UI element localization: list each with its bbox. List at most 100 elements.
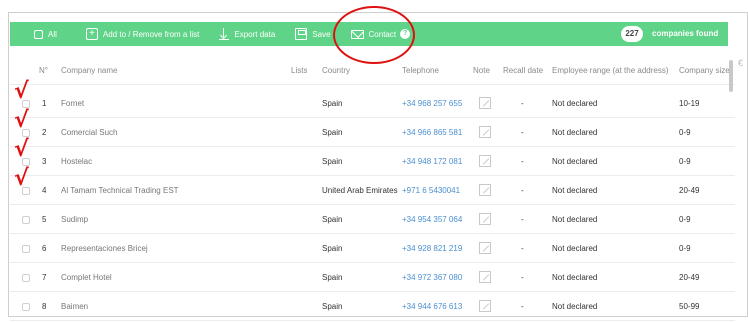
table-row[interactable]: 5 Sudimp Spain +34 954 357 064 - Not declared… bbox=[10, 205, 735, 234]
column-header-lists[interactable]: Lists bbox=[291, 56, 307, 85]
company-name-link[interactable]: Complet Hotel bbox=[61, 263, 112, 292]
employee-range-cell: Not declared bbox=[552, 99, 598, 108]
recall-date-cell: - bbox=[521, 99, 524, 108]
country-cell: Spain bbox=[322, 215, 343, 224]
column-header-note[interactable]: Note bbox=[473, 56, 490, 85]
country-cell: Spain bbox=[322, 244, 343, 253]
checkbox-icon bbox=[34, 29, 43, 39]
row-number: 3 bbox=[42, 157, 47, 166]
telephone-link[interactable]: +34 954 357 064 bbox=[402, 205, 462, 234]
annotation-check-mark: √ bbox=[14, 137, 29, 162]
note-edit-icon[interactable] bbox=[479, 97, 491, 109]
row-checkbox[interactable] bbox=[22, 303, 30, 311]
table-row[interactable]: 2 Comercial Such Spain +34 966 865 581 - Not … bbox=[10, 118, 735, 147]
note-edit-icon[interactable] bbox=[479, 213, 491, 225]
row-number: 7 bbox=[42, 273, 47, 282]
export-data-label: Export data bbox=[234, 29, 276, 39]
country-cell: Spain bbox=[322, 99, 343, 108]
save-button[interactable]: Save bbox=[295, 22, 331, 46]
employee-range-cell: Not declared bbox=[552, 186, 598, 195]
country-cell: United Arab Emirates bbox=[322, 186, 398, 195]
telephone-link[interactable]: +971 6 5430041 bbox=[402, 176, 460, 205]
note-edit-icon[interactable] bbox=[479, 242, 491, 254]
column-header-employee-range[interactable]: Employee range (at the address) bbox=[552, 56, 669, 85]
company-size-cell: 50-99 bbox=[679, 302, 700, 311]
download-icon bbox=[219, 28, 230, 40]
telephone-link[interactable]: +34 948 172 081 bbox=[402, 147, 462, 176]
company-name-link[interactable]: Representaciones Bricej bbox=[61, 234, 148, 263]
export-data-button[interactable]: Export data bbox=[219, 22, 275, 46]
note-edit-icon[interactable] bbox=[479, 155, 491, 167]
results-count-badge: 227 bbox=[621, 26, 643, 42]
save-icon bbox=[295, 28, 308, 40]
table-scrollbar[interactable] bbox=[729, 60, 733, 92]
table-header-row: N° Company name Lists Country Telephone … bbox=[10, 56, 735, 85]
table-row[interactable]: 3 Hostelac Spain +34 948 172 081 - Not declar… bbox=[10, 147, 735, 176]
table-row[interactable]: 1 Fornet Spain +34 968 257 655 - Not declared… bbox=[10, 89, 735, 118]
note-edit-icon[interactable] bbox=[479, 184, 491, 196]
company-name-link[interactable]: Baimen bbox=[61, 292, 88, 321]
note-edit-icon[interactable] bbox=[479, 271, 491, 283]
row-number: 6 bbox=[42, 244, 47, 253]
country-cell: Spain bbox=[322, 157, 343, 166]
row-number: 4 bbox=[42, 186, 47, 195]
note-edit-icon[interactable] bbox=[479, 126, 491, 138]
row-number: 8 bbox=[42, 302, 47, 311]
company-size-cell: 20-49 bbox=[679, 273, 700, 282]
row-number: 5 bbox=[42, 215, 47, 224]
table-row[interactable]: 8 Baimen Spain +34 944 676 613 - Not declared… bbox=[10, 292, 735, 321]
table-row[interactable]: 7 Complet Hotel Spain +34 972 367 080 - Not d… bbox=[10, 263, 735, 292]
company-size-cell: 0-9 bbox=[679, 157, 691, 166]
telephone-link[interactable]: +34 972 367 080 bbox=[402, 263, 462, 292]
results-count-label: companies found bbox=[652, 29, 719, 38]
country-cell: Spain bbox=[322, 128, 343, 137]
annotation-check-mark: √ bbox=[14, 79, 29, 104]
company-name-link[interactable]: Comercial Such bbox=[61, 118, 117, 147]
company-name-link[interactable]: Al Tamam Technical Trading EST bbox=[61, 176, 179, 205]
recall-date-cell: - bbox=[521, 128, 524, 137]
row-number: 2 bbox=[42, 128, 47, 137]
company-name-link[interactable]: Sudimp bbox=[61, 205, 88, 234]
company-name-link[interactable]: Fornet bbox=[61, 89, 84, 118]
company-size-cell: 0-9 bbox=[679, 244, 691, 253]
table-row[interactable]: 4 Al Tamam Technical Trading EST United Ar… bbox=[10, 176, 735, 205]
telephone-link[interactable]: +34 966 865 581 bbox=[402, 118, 462, 147]
employee-range-cell: Not declared bbox=[552, 128, 598, 137]
save-label: Save bbox=[312, 29, 331, 39]
recall-date-cell: - bbox=[521, 186, 524, 195]
company-size-cell: 10-19 bbox=[679, 99, 700, 108]
telephone-link[interactable]: +34 928 821 219 bbox=[402, 234, 462, 263]
employee-range-cell: Not declared bbox=[552, 215, 598, 224]
table-row[interactable]: 6 Representaciones Bricej Spain +34 928 821… bbox=[10, 234, 735, 263]
column-header-company-size[interactable]: Company size bbox=[679, 56, 731, 85]
company-size-cell: 0-9 bbox=[679, 215, 691, 224]
add-remove-list-button[interactable]: + Add to / Remove from a list bbox=[85, 22, 200, 46]
row-checkbox[interactable] bbox=[22, 274, 30, 282]
select-all-button[interactable]: All bbox=[34, 22, 57, 46]
column-header-recall-date[interactable]: Recall date bbox=[503, 56, 543, 85]
add-remove-list-label: Add to / Remove from a list bbox=[102, 29, 200, 39]
row-checkbox[interactable] bbox=[22, 245, 30, 253]
row-number: 1 bbox=[42, 99, 47, 108]
annotation-check-mark: √ bbox=[14, 166, 29, 191]
column-header-country[interactable]: Country bbox=[322, 56, 350, 85]
telephone-link[interactable]: +34 968 257 655 bbox=[402, 89, 462, 118]
company-size-cell: 20-49 bbox=[679, 186, 700, 195]
column-header-telephone[interactable]: Telephone bbox=[402, 56, 439, 85]
recall-date-cell: - bbox=[521, 157, 524, 166]
telephone-link[interactable]: +34 944 676 613 bbox=[402, 292, 462, 321]
employee-range-cell: Not declared bbox=[552, 157, 598, 166]
employee-range-cell: Not declared bbox=[552, 244, 598, 253]
recall-date-cell: - bbox=[521, 273, 524, 282]
recall-date-cell: - bbox=[521, 244, 524, 253]
employee-range-cell: Not declared bbox=[552, 302, 598, 311]
company-size-cell: 0-9 bbox=[679, 128, 691, 137]
column-header-company-name[interactable]: Company name bbox=[61, 56, 117, 85]
note-edit-icon[interactable] bbox=[479, 300, 491, 312]
company-name-link[interactable]: Hostelac bbox=[61, 147, 92, 176]
column-header-number[interactable]: N° bbox=[39, 56, 48, 85]
recall-date-cell: - bbox=[521, 215, 524, 224]
select-all-label: All bbox=[48, 29, 57, 39]
plus-icon: + bbox=[85, 28, 98, 40]
row-checkbox[interactable] bbox=[22, 216, 30, 224]
